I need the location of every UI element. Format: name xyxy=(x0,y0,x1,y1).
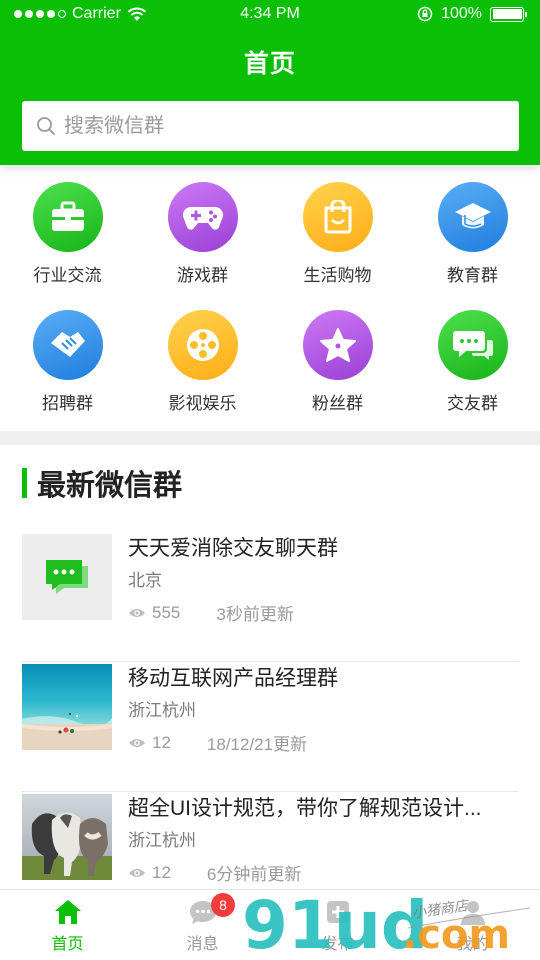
tab-label: 发布 xyxy=(321,936,354,953)
group-title: 超全UI设计规范，带你了解规范设计... xyxy=(128,797,482,820)
briefcase-icon xyxy=(32,182,103,252)
category-entertainment[interactable]: 影视娱乐 xyxy=(135,310,270,414)
battery-icon xyxy=(490,6,527,22)
home-icon xyxy=(54,900,81,924)
chat-placeholder-thumbnail xyxy=(22,534,112,620)
tab-label: 消息 xyxy=(186,936,219,953)
gamepad-icon xyxy=(167,182,238,252)
category-jobs[interactable]: 招聘群 xyxy=(0,310,135,414)
status-bar: Carrier 4:34 PM 100% xyxy=(0,0,540,30)
group-location: 浙江杭州 xyxy=(128,701,196,720)
category-label: 粉丝群 xyxy=(312,394,363,413)
view-count: 12 xyxy=(152,732,171,752)
category-games[interactable]: 游戏群 xyxy=(135,182,270,286)
eye-icon xyxy=(129,738,145,747)
app-screen: Carrier 4:34 PM 100% 首页 搜索微信群 行业交流 游戏群 生… xyxy=(0,0,540,960)
tab-messages[interactable]: 消息 8 xyxy=(135,890,270,960)
profile-icon xyxy=(460,901,485,925)
eye-icon xyxy=(129,608,145,617)
category-label: 影视娱乐 xyxy=(168,394,237,413)
header: Carrier 4:34 PM 100% 首页 xyxy=(0,0,540,165)
category-shopping[interactable]: 生活购物 xyxy=(270,182,405,286)
group-meta: 12 6分钟前更新 xyxy=(128,860,301,885)
group-list: 天天爱消除交友聊天群 北京 555 3秒前更新 移动互联网产品经理群 浙江杭州 … xyxy=(22,532,519,922)
search-bar[interactable] xyxy=(22,101,519,151)
group-title: 移动互联网产品经理群 xyxy=(128,667,338,690)
category-label: 招聘群 xyxy=(42,394,93,413)
section-header: 最新微信群 xyxy=(22,466,182,502)
category-grid: 行业交流 游戏群 生活购物 教育群 招聘群 影视娱乐 粉丝群 交友群 xyxy=(0,182,540,414)
shopping-bag-icon xyxy=(302,182,373,252)
category-label: 教育群 xyxy=(447,266,498,285)
category-label: 生活购物 xyxy=(303,266,372,285)
horses-photo-thumbnail xyxy=(22,794,112,880)
update-time: 6分钟前更新 xyxy=(206,865,302,884)
group-meta: 12 18/12/21更新 xyxy=(128,730,307,755)
search-input[interactable] xyxy=(64,114,464,138)
section-divider xyxy=(0,431,540,445)
section-title: 最新微信群 xyxy=(37,470,183,502)
category-fans[interactable]: 粉丝群 xyxy=(270,310,405,414)
view-count: 12 xyxy=(152,862,171,882)
view-count: 555 xyxy=(152,602,181,622)
category-education[interactable]: 教育群 xyxy=(405,182,540,286)
beach-photo-thumbnail xyxy=(22,664,112,750)
section-accent-bar xyxy=(22,468,27,498)
page-title: 首页 xyxy=(243,50,296,78)
tab-home[interactable]: 首页 xyxy=(0,890,135,960)
battery-percent: 100% xyxy=(441,5,482,22)
chat-bubbles-icon xyxy=(437,310,508,380)
tab-profile[interactable]: 我的 xyxy=(405,890,540,960)
publish-icon xyxy=(326,901,349,923)
message-icon xyxy=(46,560,88,594)
orientation-lock-icon xyxy=(417,6,433,22)
group-location: 浙江杭州 xyxy=(128,831,196,850)
status-right: 100% xyxy=(417,5,527,23)
unread-badge: 8 xyxy=(211,893,235,917)
film-reel-icon xyxy=(167,310,238,380)
star-icon xyxy=(302,310,373,380)
search-icon xyxy=(37,117,55,135)
tab-label: 我的 xyxy=(456,936,489,953)
category-friends[interactable]: 交友群 xyxy=(405,310,540,414)
group-title: 天天爱消除交友聊天群 xyxy=(128,537,338,560)
category-label: 交友群 xyxy=(447,394,498,413)
tab-bar: 首页 消息 8 发布 我的 xyxy=(0,889,540,960)
update-time: 3秒前更新 xyxy=(216,605,294,624)
list-item[interactable]: 移动互联网产品经理群 浙江杭州 12 18/12/21更新 xyxy=(22,662,519,792)
graduation-cap-icon xyxy=(437,182,508,252)
list-item[interactable]: 天天爱消除交友聊天群 北京 555 3秒前更新 xyxy=(22,532,519,662)
tab-publish[interactable]: 发布 xyxy=(270,890,405,960)
group-meta: 555 3秒前更新 xyxy=(128,600,294,625)
category-label: 游戏群 xyxy=(177,266,228,285)
update-time: 18/12/21更新 xyxy=(206,735,308,754)
tab-label: 首页 xyxy=(51,936,84,953)
handshake-icon xyxy=(32,310,103,380)
category-industry[interactable]: 行业交流 xyxy=(0,182,135,286)
group-location: 北京 xyxy=(128,571,162,590)
eye-icon xyxy=(129,868,145,877)
category-label: 行业交流 xyxy=(33,266,102,285)
